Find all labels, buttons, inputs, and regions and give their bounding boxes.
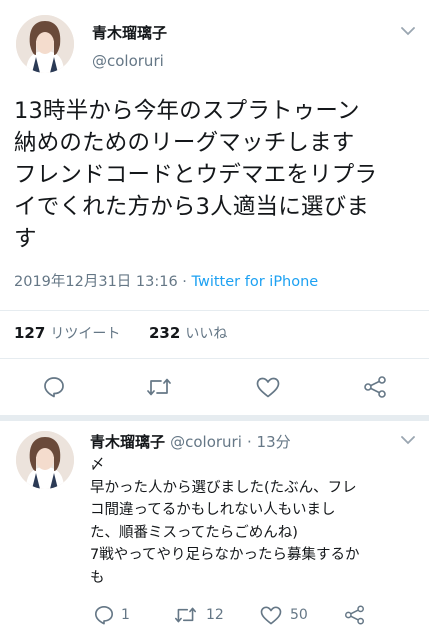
like-count: 232 — [149, 324, 181, 342]
reply-author-avatar[interactable] — [16, 431, 74, 489]
share-icon[interactable] — [344, 605, 365, 625]
reply-icon[interactable] — [94, 605, 114, 625]
reply-icon[interactable] — [43, 376, 65, 398]
reply-author-handle[interactable]: @coloruri — [170, 433, 242, 451]
tweet-text: 13時半から今年のスプラトゥーン 納めのためのリーグマッチします フレンドコード… — [14, 98, 378, 252]
author-name[interactable]: 青木瑠璃子 — [92, 22, 167, 43]
reply-like-count: 50 — [290, 607, 308, 623]
reply-header: 青木瑠璃子 @coloruri · 13分 — [90, 431, 291, 452]
retweet-icon[interactable] — [174, 606, 197, 624]
reply-text: 〆 早かった人から選びました(たぶん、フレ コ間違ってるかもしれない人もいまし … — [90, 457, 360, 586]
chevron-down-icon[interactable] — [401, 436, 415, 445]
share-icon[interactable] — [363, 376, 387, 398]
author-handle[interactable]: @coloruri — [92, 52, 164, 70]
section-separator — [0, 415, 429, 421]
reply-author-name[interactable]: 青木瑠璃子 — [90, 433, 165, 451]
tweet-meta: 2019年12月31日 13:16 · Twitter for iPhone — [14, 270, 318, 291]
retweet-label: リツイート — [50, 326, 121, 342]
retweet-icon[interactable] — [146, 377, 172, 397]
meta-separator: · — [177, 274, 192, 290]
divider — [0, 310, 429, 311]
tweet-timestamp[interactable]: 2019年12月31日 13:16 — [14, 274, 178, 290]
like-stat[interactable]: 232 いいね — [149, 323, 227, 343]
author-avatar[interactable] — [16, 15, 74, 73]
like-icon[interactable] — [260, 606, 282, 625]
retweet-stat[interactable]: 127 リツイート — [14, 323, 120, 343]
tweet-client-link[interactable]: Twitter for iPhone — [192, 274, 319, 290]
like-label: いいね — [185, 326, 228, 342]
reply-time[interactable]: · 13分 — [247, 433, 291, 451]
chevron-down-icon[interactable] — [401, 27, 415, 36]
divider — [0, 358, 429, 359]
reply-retweet-count: 12 — [206, 607, 224, 623]
reply-count: 1 — [121, 607, 130, 623]
like-icon[interactable] — [256, 377, 280, 398]
retweet-count: 127 — [14, 324, 46, 342]
